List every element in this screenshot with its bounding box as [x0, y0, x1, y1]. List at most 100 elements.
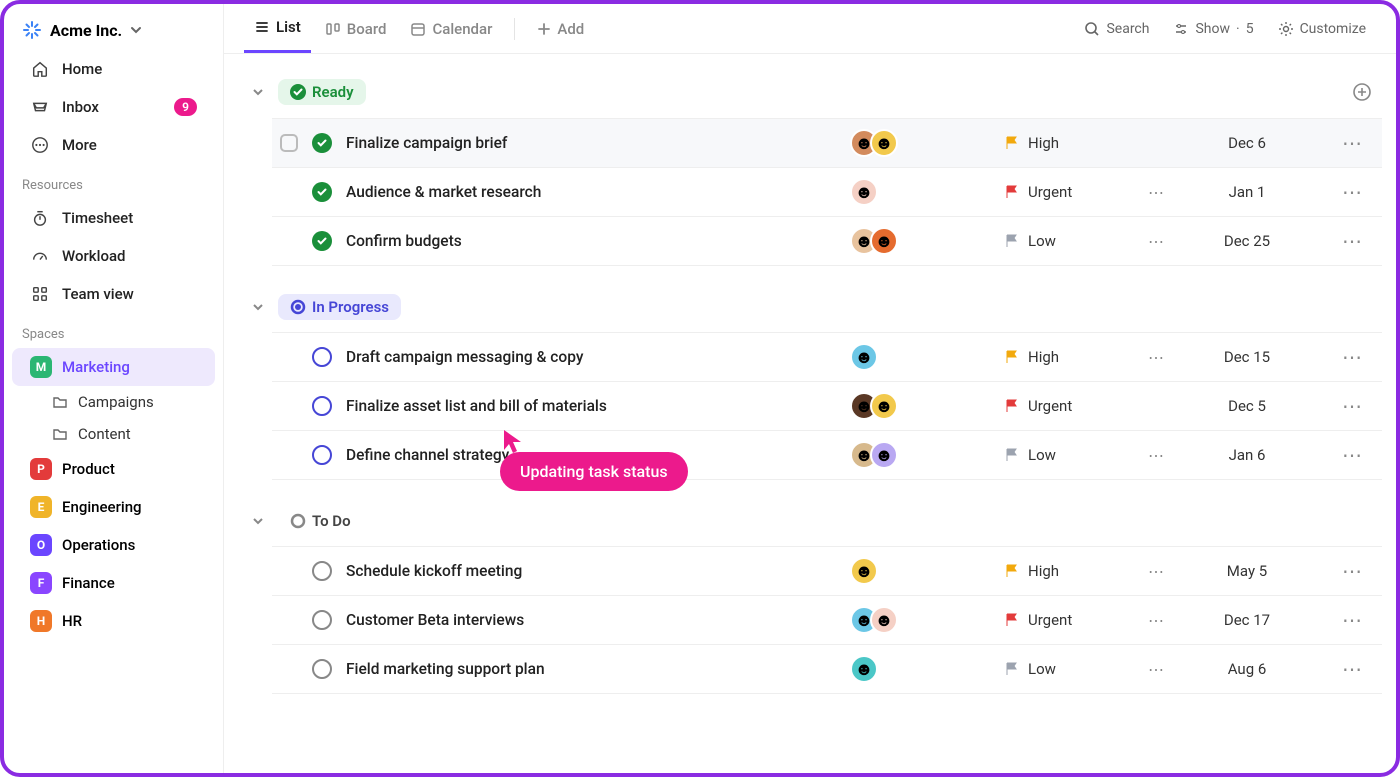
due-date[interactable]: May 5	[1202, 562, 1292, 580]
priority-cell[interactable]: High	[1004, 562, 1134, 580]
subtask-indicator[interactable]: ⋯	[1148, 183, 1188, 202]
status-pill[interactable]: To Do	[278, 508, 363, 534]
priority-cell[interactable]: Low	[1004, 660, 1134, 678]
priority-cell[interactable]: Low	[1004, 232, 1134, 250]
priority-cell[interactable]: Low	[1004, 446, 1134, 464]
row-more-button[interactable]: ⋯	[1332, 180, 1374, 204]
avatar[interactable]: ☻	[870, 441, 898, 469]
space-child[interactable]: Campaigns	[4, 386, 223, 418]
due-date[interactable]: Dec 17	[1202, 611, 1292, 629]
row-more-button[interactable]: ⋯	[1332, 559, 1374, 583]
status-circle-icon[interactable]	[312, 396, 332, 416]
priority-label: Low	[1028, 232, 1056, 250]
show-fields-button[interactable]: Show · 5	[1163, 15, 1263, 43]
row-more-button[interactable]: ⋯	[1332, 131, 1374, 155]
task-name: Finalize asset list and bill of material…	[346, 397, 836, 415]
row-more-button[interactable]: ⋯	[1332, 608, 1374, 632]
task-row[interactable]: Define channel strategy ☻☻ Low ⋯ Jan 6 ⋯	[272, 431, 1382, 480]
avatar[interactable]: ☻	[850, 343, 878, 371]
priority-label: Low	[1028, 446, 1056, 464]
subtask-indicator[interactable]: ⋯	[1148, 232, 1188, 251]
subtask-indicator[interactable]: ⋯	[1148, 660, 1188, 679]
task-row[interactable]: Field marketing support plan ☻ Low ⋯ Aug…	[272, 645, 1382, 694]
task-row[interactable]: Schedule kickoff meeting ☻ High ⋯ May 5 …	[272, 547, 1382, 596]
space-name: Engineering	[62, 498, 142, 516]
space-item-hr[interactable]: HHR	[12, 602, 215, 640]
status-circle-icon[interactable]	[312, 561, 332, 581]
workspace-switcher[interactable]: Acme Inc.	[4, 10, 223, 50]
task-row[interactable]: Finalize campaign brief ☻☻ High Dec 6 ⋯	[272, 119, 1382, 168]
status-circle-icon[interactable]	[312, 347, 332, 367]
avatar[interactable]: ☻	[870, 606, 898, 634]
subtask-indicator[interactable]: ⋯	[1148, 446, 1188, 465]
nav-more[interactable]: More	[12, 126, 215, 164]
status-circle-icon[interactable]	[312, 610, 332, 630]
status-circle-icon[interactable]	[312, 133, 332, 153]
priority-cell[interactable]: Urgent	[1004, 397, 1134, 415]
nav-workload[interactable]: Workload	[12, 237, 215, 275]
task-row[interactable]: Audience & market research ☻ Urgent ⋯ Ja…	[272, 168, 1382, 217]
list-icon	[254, 19, 270, 35]
customize-button[interactable]: Customize	[1268, 15, 1376, 43]
due-date[interactable]: Jan 1	[1202, 183, 1292, 201]
row-more-button[interactable]: ⋯	[1332, 394, 1374, 418]
task-checkbox[interactable]	[280, 134, 298, 152]
due-date[interactable]: Jan 6	[1202, 446, 1292, 464]
space-item-marketing[interactable]: MMarketing	[12, 348, 215, 386]
space-item-engineering[interactable]: EEngineering	[12, 488, 215, 526]
avatar[interactable]: ☻	[870, 129, 898, 157]
priority-cell[interactable]: Urgent	[1004, 611, 1134, 629]
priority-cell[interactable]: High	[1004, 134, 1134, 152]
add-view-button[interactable]: Add	[527, 6, 594, 52]
space-item-operations[interactable]: OOperations	[12, 526, 215, 564]
view-tab-calendar[interactable]: Calendar	[400, 6, 502, 52]
due-date[interactable]: Aug 6	[1202, 660, 1292, 678]
status-circle-icon[interactable]	[312, 445, 332, 465]
status-circle-icon[interactable]	[312, 231, 332, 251]
status-pill[interactable]: In Progress	[278, 294, 401, 320]
row-more-button[interactable]: ⋯	[1332, 345, 1374, 369]
nav-teamview[interactable]: Team view	[12, 275, 215, 313]
subtask-indicator[interactable]: ⋯	[1148, 348, 1188, 367]
view-tab-list[interactable]: List	[244, 4, 311, 53]
add-task-button[interactable]	[1342, 78, 1382, 106]
nav-home[interactable]: Home	[12, 50, 215, 88]
nav-inbox[interactable]: Inbox 9	[12, 88, 215, 126]
avatar[interactable]: ☻	[870, 227, 898, 255]
status-circle-icon[interactable]	[312, 659, 332, 679]
due-date[interactable]: Dec 6	[1202, 134, 1292, 152]
sidebar: Acme Inc. Home Inbox 9 More Resources Ti…	[4, 4, 224, 773]
due-date[interactable]: Dec 5	[1202, 397, 1292, 415]
priority-cell[interactable]: High	[1004, 348, 1134, 366]
space-item-finance[interactable]: FFinance	[12, 564, 215, 602]
row-more-button[interactable]: ⋯	[1332, 657, 1374, 681]
avatar[interactable]: ☻	[850, 178, 878, 206]
avatar[interactable]: ☻	[850, 655, 878, 683]
priority-cell[interactable]: Urgent	[1004, 183, 1134, 201]
view-tab-board[interactable]: Board	[315, 6, 397, 52]
group-collapse-toggle[interactable]	[248, 297, 268, 317]
task-name: Draft campaign messaging & copy	[346, 348, 836, 366]
group-collapse-toggle[interactable]	[248, 82, 268, 102]
status-circle-icon[interactable]	[312, 182, 332, 202]
divider	[514, 18, 515, 40]
avatar[interactable]: ☻	[850, 557, 878, 585]
row-more-button[interactable]: ⋯	[1332, 229, 1374, 253]
group-collapse-toggle[interactable]	[248, 511, 268, 531]
task-row[interactable]: Customer Beta interviews ☻☻ Urgent ⋯ Dec…	[272, 596, 1382, 645]
task-row[interactable]: Draft campaign messaging & copy ☻ High ⋯…	[272, 333, 1382, 382]
status-pill[interactable]: Ready	[278, 79, 366, 105]
workspace-logo-icon	[22, 20, 42, 40]
space-item-product[interactable]: PProduct	[12, 450, 215, 488]
subtask-indicator[interactable]: ⋯	[1148, 611, 1188, 630]
space-child[interactable]: Content	[4, 418, 223, 450]
task-row[interactable]: Finalize asset list and bill of material…	[272, 382, 1382, 431]
avatar[interactable]: ☻	[870, 392, 898, 420]
row-more-button[interactable]: ⋯	[1332, 443, 1374, 467]
search-button[interactable]: Search	[1074, 15, 1159, 43]
due-date[interactable]: Dec 25	[1202, 232, 1292, 250]
subtask-indicator[interactable]: ⋯	[1148, 562, 1188, 581]
task-row[interactable]: Confirm budgets ☻☻ Low ⋯ Dec 25 ⋯	[272, 217, 1382, 266]
nav-timesheet[interactable]: Timesheet	[12, 199, 215, 237]
due-date[interactable]: Dec 15	[1202, 348, 1292, 366]
